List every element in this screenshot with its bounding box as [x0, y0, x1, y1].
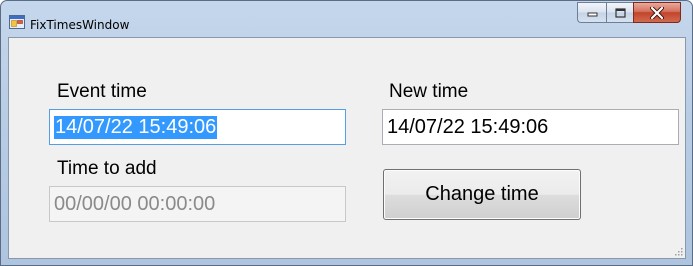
new-time-field[interactable]: 14/07/22 15:49:06 [382, 109, 679, 145]
time-to-add-value: 00/00/00 00:00:00 [54, 192, 216, 215]
minimize-button[interactable] [577, 2, 606, 23]
title-bar[interactable]: FixTimesWindow [1, 1, 692, 37]
resize-grip-icon[interactable] [673, 246, 683, 256]
new-time-label: New time [389, 81, 469, 102]
change-time-button[interactable]: Change time [383, 169, 581, 220]
maximize-icon [614, 7, 626, 18]
close-button[interactable] [633, 2, 681, 23]
event-time-value: 14/07/22 15:49:06 [54, 115, 218, 139]
caption-buttons [577, 2, 681, 24]
client-area: Event time 14/07/22 15:49:06 New time 14… [8, 37, 686, 259]
minimize-icon [587, 12, 597, 17]
maximize-button[interactable] [606, 2, 633, 23]
time-to-add-label: Time to add [57, 158, 157, 179]
event-time-field[interactable]: 14/07/22 15:49:06 [49, 109, 346, 145]
close-icon [650, 6, 664, 19]
windows-form-icon [9, 15, 25, 29]
new-time-value: 14/07/22 15:49:06 [387, 115, 549, 138]
fix-times-window: FixTimesWindow Event time 14/07/22 15:49… [0, 0, 693, 266]
window-title: FixTimesWindow [30, 18, 130, 32]
event-time-label: Event time [57, 81, 147, 102]
time-to-add-field: 00/00/00 00:00:00 [49, 186, 346, 222]
